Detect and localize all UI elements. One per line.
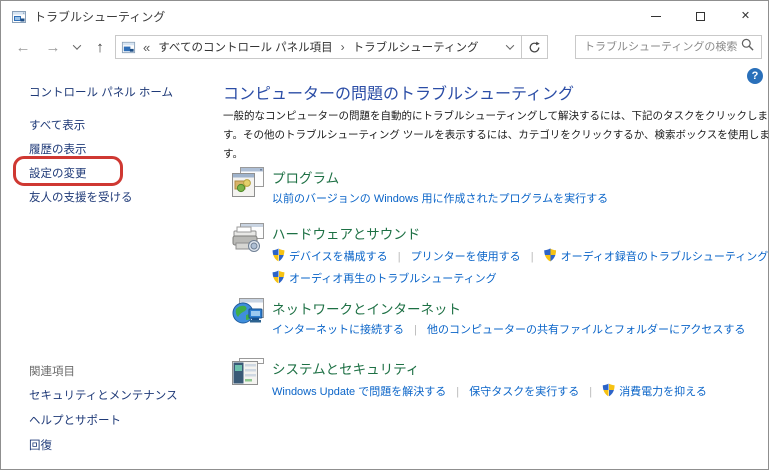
chevron-down-icon [506,41,514,49]
breadcrumb-all-control-panel-items[interactable]: すべてのコントロール パネル項目 [158,39,332,55]
link-separator: | [589,386,592,398]
system-monitor-icon[interactable] [231,357,265,389]
maximize-icon [696,12,705,21]
uac-shield-icon [544,248,557,262]
window-title: トラブルシューティング [34,8,165,25]
breadcrumb-collapse-chevrons[interactable]: « [143,40,150,55]
chevron-down-icon [73,41,81,49]
navigation-bar: ← → ↑ « すべてのコントロール パネル項目 › トラブルシューティング [2,32,767,62]
help-icon[interactable]: ? [747,68,763,84]
category-title-system-security[interactable]: システムとセキュリティ [272,358,707,378]
task-link-configure-device[interactable]: デバイスを構成する [289,251,388,263]
category-title-programs[interactable]: プログラム [272,167,608,187]
task-link-use-printer[interactable]: プリンターを使用する [411,251,521,263]
task-link-windows-update-fix[interactable]: Windows Update で問題を解決する [272,386,446,398]
close-button[interactable]: ✕ [723,1,768,32]
page-title: コンピューターの問題のトラブルシューティング [223,80,574,104]
back-button[interactable]: ← [10,32,36,62]
sidebar-item-get-help-from-friend[interactable]: 友人の支援を受ける [29,189,133,205]
recent-pages-dropdown[interactable] [68,32,86,62]
sidebar-item-view-all[interactable]: すべて表示 [29,117,85,133]
search-box [575,35,762,59]
task-link-run-maintenance[interactable]: 保守タスクを実行する [469,386,579,398]
address-bar[interactable]: « すべてのコントロール パネル項目 › トラブルシューティング [115,35,522,59]
close-icon: ✕ [741,11,750,22]
link-separator: | [531,251,534,263]
task-link-audio-recording[interactable]: オーディオ録音のトラブルシューティング [561,251,769,263]
uac-shield-icon [272,270,285,284]
troubleshooting-app-icon [11,9,27,25]
window-controls: ✕ [633,1,768,32]
search-input[interactable] [576,41,741,53]
control-panel-window: トラブルシューティング ✕ ← → ↑ « すべてのコントロール パネル項目 › [0,0,769,470]
link-separator: | [398,251,401,263]
task-link-access-shared-files[interactable]: 他のコンピューターの共有ファイルとフォルダーにアクセスする [427,324,745,336]
search-icon[interactable] [741,38,754,56]
refresh-icon [528,41,541,54]
maximize-button[interactable] [678,1,723,32]
sidebar-item-security-maintenance[interactable]: セキュリティとメンテナンス [29,387,178,403]
forward-button[interactable]: → [40,32,66,62]
task-link-run-older-programs[interactable]: 以前のバージョンの Windows 用に作成されたプログラムを実行する [272,193,608,205]
category-hardware-sound: ハードウェアとサウンド デバイスを構成する | プリンターを使用する | オーデ… [231,222,769,287]
sidebar-related-header: 関連項目 [29,363,75,379]
uac-shield-icon [272,248,285,262]
minimize-icon [651,16,661,17]
link-separator: | [456,386,459,398]
task-link-audio-playback[interactable]: オーディオ再生のトラブルシューティング [289,273,497,285]
category-title-network-internet[interactable]: ネットワークとインターネット [272,298,745,318]
sidebar-item-view-history[interactable]: 履歴の表示 [29,141,87,157]
category-system-security: システムとセキュリティ Windows Update で問題を解決する | 保守… [231,357,707,400]
breadcrumb-troubleshooting[interactable]: トラブルシューティング [353,39,479,55]
sidebar-item-recovery[interactable]: 回復 [29,437,52,453]
refresh-button[interactable] [521,35,548,59]
category-network-internet: ネットワークとインターネット インターネットに接続する | 他のコンピューターの… [231,297,745,338]
sidebar-item-control-panel-home[interactable]: コントロール パネル ホーム [29,84,173,100]
uac-shield-icon [602,383,615,397]
task-link-reduce-power[interactable]: 消費電力を抑える [619,386,707,398]
program-window-icon[interactable] [231,166,265,198]
category-programs: プログラム 以前のバージョンの Windows 用に作成されたプログラムを実行す… [231,166,608,207]
network-globe-icon[interactable] [231,297,265,329]
address-location-icon [121,40,136,55]
sidebar-item-change-settings[interactable]: 設定の変更 [29,165,87,181]
category-title-hardware-sound[interactable]: ハードウェアとサウンド [272,223,769,243]
breadcrumb-separator: › [341,40,345,54]
page-description: 一般的なコンピューターの問題を自動的にトラブルシューティングして解決するには、下… [223,107,769,164]
task-link-connect-internet[interactable]: インターネットに接続する [272,324,404,336]
printer-icon[interactable] [231,222,265,254]
sidebar-item-help-support[interactable]: ヘルプとサポート [29,412,121,428]
address-dropdown[interactable] [507,41,513,53]
title-bar: トラブルシューティング ✕ [1,1,768,32]
link-separator: | [414,324,417,336]
minimize-button[interactable] [633,1,678,32]
up-button[interactable]: ↑ [88,32,112,62]
